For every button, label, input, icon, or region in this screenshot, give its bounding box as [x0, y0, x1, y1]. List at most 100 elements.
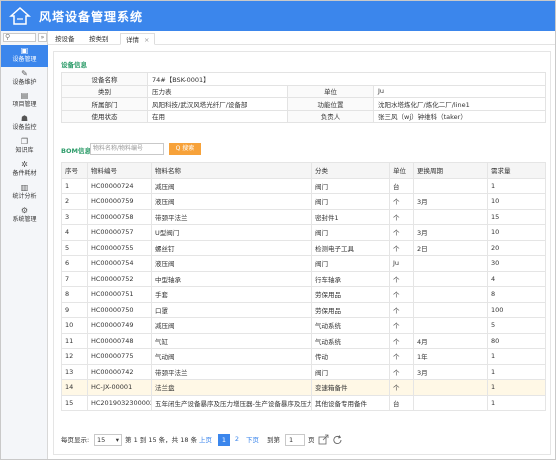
- table-cell: 3: [61, 208, 88, 225]
- table-row[interactable]: 8 HC00000751 手套 劳保用品个 8: [61, 286, 546, 303]
- sidebar-item-spare-parts[interactable]: ✲ 备件耗材: [1, 159, 48, 181]
- table-cell: 气动系统: [311, 317, 390, 334]
- table-cell: 个: [389, 379, 414, 396]
- goto-page-input[interactable]: 1: [285, 434, 305, 446]
- table-cell: 个: [389, 270, 414, 287]
- next-page-button[interactable]: 下页: [246, 434, 259, 446]
- tab-by-category[interactable]: 按类别: [84, 33, 114, 45]
- table-row[interactable]: 1 HC00000724 减压阀 阀门台 1: [61, 177, 546, 194]
- table-cell: 15: [61, 394, 88, 411]
- table-cell: 带颈平法兰: [151, 208, 312, 225]
- table-cell: U型阀门: [151, 224, 312, 241]
- sidebar-item-device-monitoring[interactable]: ☗ 设备监控: [1, 113, 48, 135]
- table-row[interactable]: 3 HC00000758 带颈平法兰 密封件1 个 15: [61, 208, 546, 225]
- bom-search-input[interactable]: 物料名称/物料编号: [90, 143, 164, 155]
- column-header[interactable]: 分类: [311, 162, 390, 179]
- table-row[interactable]: 12 HC00000775 气动阀 传动个 1年 1: [61, 348, 546, 365]
- info-value: 74#【BSK-0001】: [147, 72, 546, 86]
- column-header[interactable]: 单位: [389, 162, 414, 179]
- tab-by-device[interactable]: 按设备: [50, 33, 80, 45]
- table-cell: 个: [389, 332, 414, 349]
- table-cell: 10: [487, 224, 546, 241]
- wrench-icon: ✎: [21, 69, 28, 78]
- table-cell: 8: [61, 286, 88, 303]
- column-header[interactable]: 更换周期: [413, 162, 488, 179]
- table-row[interactable]: 14 HC-JX-00001 法兰盘 变速箱备件个 1: [61, 379, 546, 396]
- sidebar-search-input[interactable]: ⚲: [3, 33, 36, 42]
- sidebar-item-device-management[interactable]: ▣ 设备管理: [1, 45, 48, 67]
- sidebar-item-device-maintenance[interactable]: ✎ 设备维护: [1, 68, 48, 90]
- table-cell: 14: [61, 379, 88, 396]
- table-cell: [413, 379, 488, 396]
- table-row[interactable]: 7 HC00000752 中型轴承 行车轴承个 4: [61, 270, 546, 287]
- chart-icon: ▥: [20, 183, 29, 192]
- table-cell: 劳保用品: [311, 301, 390, 318]
- sidebar-item-project-management[interactable]: ▤ 项目管理: [1, 90, 48, 112]
- table-row[interactable]: 2 HC00000759 液压阀 阀门个 3月 10: [61, 193, 546, 210]
- device-info-table: 设备名称 74#【BSK-0001】 类别 压力表 单位 Ju 所属部门 风阳科…: [61, 72, 546, 123]
- info-key: 所属部门: [61, 97, 148, 111]
- collapse-sidebar-button[interactable]: »: [38, 33, 47, 42]
- table-cell: 7: [61, 270, 88, 287]
- table-row[interactable]: 15 HC2019032300002 五年闭生产设备暴序及压力增压器-生产设备暴序及…: [61, 394, 546, 411]
- table-cell: HC00000754: [87, 255, 152, 272]
- table-cell: 1: [487, 363, 546, 380]
- info-key: 类别: [61, 84, 148, 98]
- app-window: 风塔设备管理系统 ⚲ » ▣ 设备管理 ✎ 设备维护 ▤ 项目管理 ☗ 设备监控…: [0, 0, 556, 460]
- sidebar-item-system-management[interactable]: ⚙ 系统管理: [1, 205, 48, 227]
- per-page-label: 每页显示:: [61, 436, 90, 444]
- table-cell: [413, 270, 488, 287]
- prev-page-button[interactable]: 上页: [199, 434, 212, 446]
- table-cell: 阀门: [311, 363, 390, 380]
- table-row[interactable]: 9 HC00000750 口罩 劳保用品个 100: [61, 301, 546, 318]
- column-header[interactable]: 序号: [61, 162, 88, 179]
- table-cell: 个: [389, 286, 414, 303]
- table-row[interactable]: 10 HC00000749 减压阀 气动系统个 5: [61, 317, 546, 334]
- table-cell: 变速箱备件: [311, 379, 390, 396]
- table-cell: 个: [389, 301, 414, 318]
- table-row[interactable]: 4 HC00000757 U型阀门 阀门个 3月 10: [61, 224, 546, 241]
- info-value: 风阳科技/武汉风塔光纤厂/设备部: [147, 97, 288, 111]
- page-2-button[interactable]: 2: [231, 434, 243, 446]
- table-cell: 个: [389, 193, 414, 210]
- page-1-button[interactable]: 1: [218, 434, 230, 446]
- table-cell: 法兰盘: [151, 379, 312, 396]
- table-row[interactable]: 5 HC00000755 螺丝钉 检测电子工具个 2日 20: [61, 239, 546, 256]
- table-header-row: 序号 物料编号 物料名称 分类 单位 更换周期 需求量: [61, 162, 546, 179]
- table-cell: 其他设备专用备件: [311, 394, 390, 411]
- column-header[interactable]: 物料名称: [151, 162, 312, 179]
- info-key: 功能位置: [287, 97, 374, 111]
- sidebar-item-knowledge-base[interactable]: ❐ 知识库: [1, 136, 48, 158]
- table-cell: HC00000748: [87, 332, 152, 349]
- per-page-select[interactable]: 15 ▾: [94, 434, 122, 446]
- table-cell: 传动: [311, 348, 390, 365]
- table-cell: 1: [487, 394, 546, 411]
- table-cell: 阀门: [311, 224, 390, 241]
- table-cell: [413, 301, 488, 318]
- goto-label: 到第: [267, 436, 280, 444]
- table-cell: 30: [487, 255, 546, 272]
- table-row[interactable]: 6 HC00000754 液压阀 阀门 Ju 30: [61, 255, 546, 272]
- table-cell: 气动阀: [151, 348, 312, 365]
- table-cell: 2日: [413, 239, 488, 256]
- page-unit-label: 页: [308, 436, 315, 444]
- column-header[interactable]: 需求量: [487, 162, 546, 179]
- table-row[interactable]: 11 HC00000748 气缸 气动系统个 4月 80: [61, 332, 546, 349]
- refresh-icon[interactable]: [332, 434, 343, 446]
- table-cell: 10: [61, 317, 88, 334]
- table-cell: 口罩: [151, 301, 312, 318]
- sidebar-item-statistics[interactable]: ▥ 统计分析: [1, 182, 48, 204]
- go-to-page-icon[interactable]: [318, 434, 329, 446]
- table-cell: 个: [389, 317, 414, 334]
- table-row[interactable]: 13 HC00000742 带颈平法兰 阀门个 3月 1: [61, 363, 546, 380]
- sidebar-item-label: 统计分析: [12, 193, 37, 200]
- table-cell: 1: [61, 177, 88, 194]
- table-cell: 检测电子工具: [311, 239, 390, 256]
- bom-search-button[interactable]: Q 搜索: [169, 143, 201, 155]
- tab-details[interactable]: 详情 ×: [120, 33, 156, 45]
- close-icon[interactable]: ×: [144, 36, 149, 44]
- table-cell: 阀门: [311, 193, 390, 210]
- table-cell: 3月: [413, 193, 488, 210]
- column-header[interactable]: 物料编号: [87, 162, 152, 179]
- table-cell: HC00000750: [87, 301, 152, 318]
